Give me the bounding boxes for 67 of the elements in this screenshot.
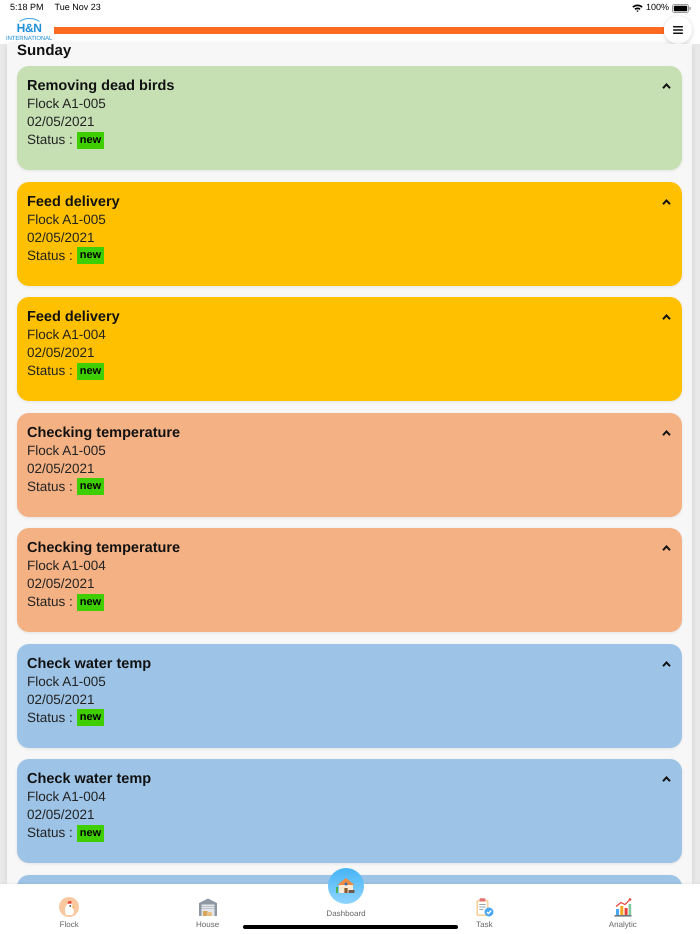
status-badge: new [76, 132, 104, 149]
task-card[interactable]: Feed delivery Flock A1-005 02/05/2021 Status : new [17, 182, 682, 286]
chicken-icon[interactable] [59, 897, 80, 917]
chevron-up-icon[interactable] [662, 83, 671, 89]
task-date: 02/05/2021 [27, 806, 96, 824]
day-heading: Sunday [17, 44, 72, 58]
flock-label: Flock A1-005 [27, 210, 107, 228]
tab-bar-item[interactable]: House [196, 884, 220, 934]
chevron-up-icon[interactable] [662, 198, 671, 204]
status-label: Status : [27, 132, 73, 147]
status-badge: new [76, 478, 104, 496]
flock-label: Flock A1-005 [27, 442, 107, 460]
status-badge: new [76, 594, 104, 611]
task-title: Checking temperature [27, 539, 182, 557]
task-title: Checking temperature [27, 424, 182, 442]
task-card[interactable]: Check water temp Flock A1-005 02/05/2021 Status : new [17, 644, 682, 748]
task-title: Feed delivery [27, 192, 121, 210]
tab-bar-item[interactable]: Analytic [608, 884, 637, 934]
bar-chart-icon[interactable] [612, 897, 633, 917]
status-label: Status : [27, 594, 73, 609]
task-card[interactable]: Removing dead birds Flock A1-005 02/05/2021 Status : new [17, 66, 682, 170]
task-date: 02/05/2021 [27, 690, 96, 708]
chevron-up-icon[interactable] [662, 430, 671, 436]
task-date: 02/05/2021 [27, 460, 96, 478]
status-label: Status : [27, 478, 73, 494]
status-label: Status : [27, 710, 73, 724]
task-card[interactable]: Checking temperature Flock A1-005 02/05/2021 Status : new [17, 412, 682, 516]
status-label: Status : [27, 248, 73, 262]
chevron-up-icon[interactable] [662, 660, 671, 666]
wifi-icon [632, 4, 643, 12]
task-title: Check water temp [27, 654, 152, 672]
chevron-up-icon[interactable] [662, 545, 671, 551]
clipboard-icon[interactable] [474, 897, 494, 917]
warehouse-icon[interactable] [198, 897, 218, 917]
flock-label: Flock A1-004 [27, 788, 107, 806]
battery-icon [672, 4, 691, 12]
task-card[interactable]: Check water temp Flock A1-004 02/05/2021 Status : new [17, 759, 682, 863]
task-date: 02/05/2021 [27, 575, 96, 593]
status-date: Tue Nov 23 [54, 1, 101, 14]
status-label: Status : [27, 825, 73, 840]
chevron-up-icon[interactable] [662, 314, 671, 320]
chevron-up-icon[interactable] [662, 776, 671, 782]
status-badge: new [76, 824, 104, 842]
flock-label: Flock A1-004 [27, 326, 107, 344]
logo-text: H&N [16, 18, 43, 36]
tab-bar-item[interactable]: Flock [59, 884, 80, 934]
task-date: 02/05/2021 [27, 113, 96, 131]
house-icon[interactable] [328, 868, 364, 904]
status-label: Status : [27, 363, 73, 378]
status-badge: new [76, 362, 104, 380]
tab-bar-item[interactable]: Task [474, 884, 494, 934]
task-title: Removing dead birds [27, 77, 176, 95]
flock-label: Flock A1-005 [27, 672, 107, 690]
status-badge: new [76, 247, 104, 264]
task-title: Feed delivery [27, 308, 121, 326]
task-card[interactable]: Checking temperature Flock A1-004 02/05/2021 Status : new [17, 528, 682, 632]
flock-label: Flock A1-004 [27, 557, 107, 575]
status-badge: new [76, 709, 104, 726]
status-time: 5:18 PM [10, 1, 44, 14]
menu-button[interactable] [664, 16, 692, 44]
task-date: 02/05/2021 [27, 228, 96, 246]
menu-icon[interactable] [673, 26, 683, 34]
task-title: Check water temp [27, 770, 152, 788]
task-card[interactable]: Feed delivery Flock A1-004 02/05/2021 Status : new [17, 297, 682, 401]
flock-label: Flock A1-005 [27, 95, 107, 113]
battery-percent: 100% [646, 1, 669, 14]
task-date: 02/05/2021 [27, 344, 96, 362]
